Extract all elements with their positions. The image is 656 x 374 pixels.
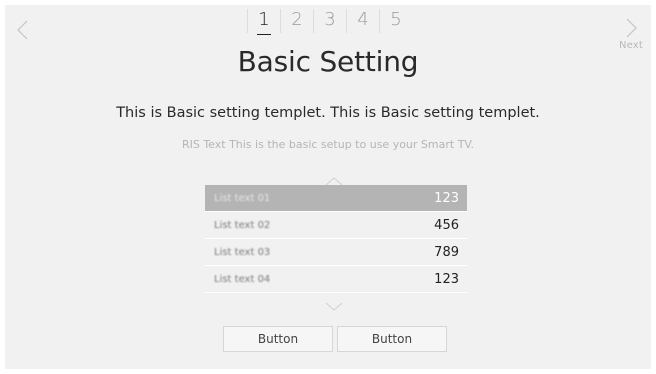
list-item[interactable]: List text 03 789 xyxy=(205,239,467,266)
step-1[interactable]: 1 xyxy=(248,7,280,35)
button-group: Button Button xyxy=(223,326,447,352)
step-2[interactable]: 2 xyxy=(281,7,313,33)
chevron-right-icon xyxy=(626,18,637,38)
list-item-label: List text 04 xyxy=(214,273,271,285)
list-item-label: List text 03 xyxy=(214,246,271,258)
ris-text: RIS Text This is the basic setup to use … xyxy=(181,138,475,151)
list-item-value: 123 xyxy=(434,271,459,287)
button-2[interactable]: Button xyxy=(337,326,447,352)
list-item[interactable]: List text 04 123 xyxy=(205,266,467,293)
step-4[interactable]: 4 xyxy=(347,7,379,33)
previous-button[interactable] xyxy=(13,19,35,41)
button-1[interactable]: Button xyxy=(223,326,333,352)
list-item-label: List text 01 xyxy=(214,192,271,204)
page-title: Basic Setting xyxy=(237,45,419,78)
list-item[interactable]: List text 02 456 xyxy=(205,212,467,239)
list-item[interactable]: List text 01 123 xyxy=(205,185,467,212)
list-item-value: 456 xyxy=(434,217,459,233)
list-item-label: List text 02 xyxy=(214,219,271,231)
step-indicator: 1 2 3 4 5 xyxy=(247,7,412,35)
step-3[interactable]: 3 xyxy=(314,7,346,33)
scroll-up-button[interactable] xyxy=(325,171,343,186)
step-5[interactable]: 5 xyxy=(380,7,412,33)
chevron-down-icon xyxy=(325,302,343,311)
list-item-value: 789 xyxy=(434,244,459,260)
scroll-down-button[interactable] xyxy=(325,297,343,311)
setting-list: List text 01 123 List text 02 456 List t… xyxy=(205,185,467,293)
setup-screen: Next 1 2 3 4 5 Basic Setting This is Bas… xyxy=(5,5,651,369)
chevron-left-icon xyxy=(17,20,28,40)
description-text: This is Basic setting templet. This is B… xyxy=(116,105,540,121)
list-item-value: 123 xyxy=(434,190,459,206)
